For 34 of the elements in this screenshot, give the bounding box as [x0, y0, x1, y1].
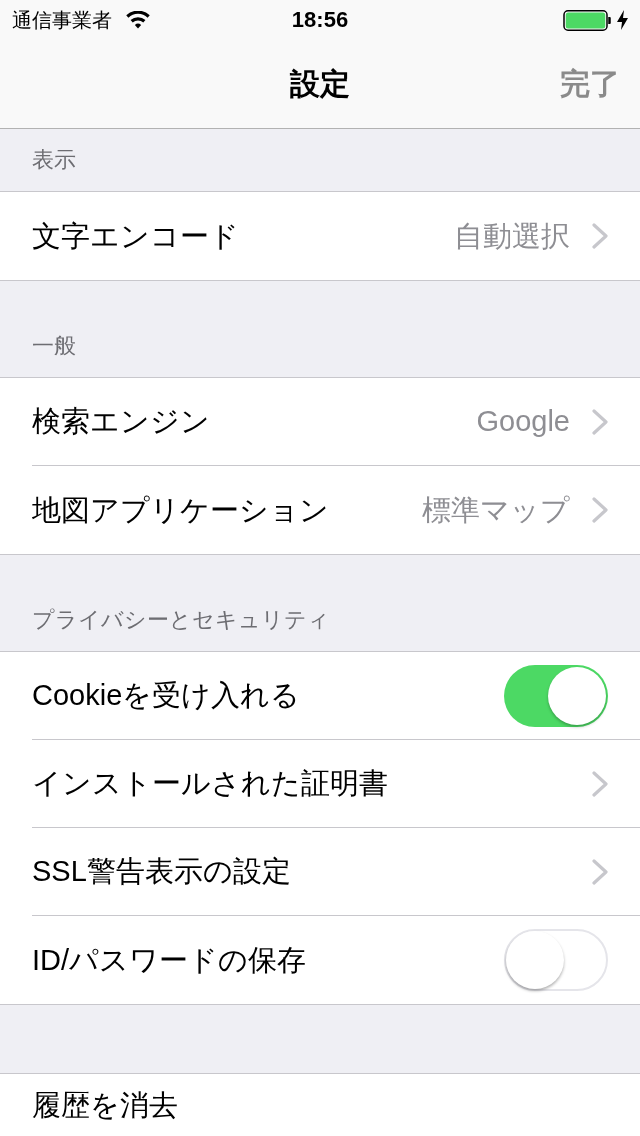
row-value: Google — [476, 407, 570, 436]
settings-row[interactable]: SSL警告表示の設定 — [0, 828, 640, 916]
section-header: プライバシーとセキュリティ — [32, 609, 330, 631]
wifi-icon — [126, 11, 150, 29]
row-label: SSL警告表示の設定 — [32, 857, 292, 886]
settings-row[interactable]: 履歴を消去 — [0, 1074, 640, 1136]
settings-row[interactable]: ID/パスワードの保存 — [0, 916, 640, 1004]
settings-row[interactable]: Cookieを受け入れる — [0, 652, 640, 740]
chevron-icon — [592, 770, 608, 797]
section-header: 表示 — [32, 149, 76, 171]
settings-row[interactable]: 地図アプリケーション 標準マップ — [0, 466, 640, 554]
row-value: 標準マップ — [422, 495, 570, 525]
battery-icon — [563, 9, 611, 31]
chevron-icon — [592, 408, 608, 435]
nav-title: 設定 — [290, 69, 350, 99]
chevron-icon — [592, 497, 608, 523]
row-label: 履歴を消去 — [32, 1090, 179, 1120]
row-label: 文字エンコード — [32, 221, 240, 251]
settings-row[interactable]: インストールされた証明書 — [0, 740, 640, 828]
section-header: 一般 — [32, 335, 76, 357]
chevron-icon — [592, 223, 608, 249]
settings-row[interactable]: 検索エンジン Google — [0, 378, 640, 466]
chevron-icon — [592, 858, 608, 885]
row-label: 地図アプリケーション — [32, 495, 330, 525]
row-label: インストールされた証明書 — [32, 769, 389, 798]
row-value: 自動選択 — [454, 221, 570, 251]
charging-bolt-icon — [617, 10, 628, 30]
carrier-name: 通信事業者 — [12, 10, 112, 30]
row-label: Cookieを受け入れる — [32, 681, 302, 710]
row-label: ID/パスワードの保存 — [32, 945, 308, 975]
row-label: 検索エンジン — [32, 407, 211, 436]
status-time: 18:56 — [291, 9, 349, 31]
toggle-switch[interactable] — [504, 929, 608, 991]
settings-row[interactable]: 文字エンコード 自動選択 — [0, 192, 640, 280]
